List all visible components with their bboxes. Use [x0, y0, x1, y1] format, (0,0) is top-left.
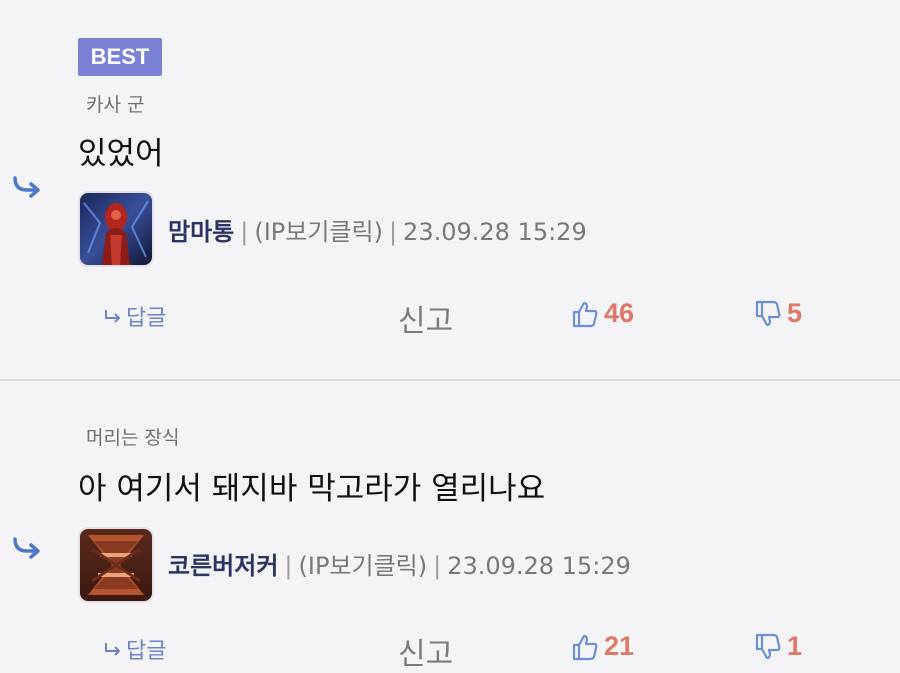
comment-item: BEST 카사 군 있었어 맘마통 | (IP보기클릭) | 23.09.28 15:2	[0, 0, 900, 380]
dislike-button[interactable]: 5	[753, 298, 802, 329]
reply-button[interactable]: 답글	[104, 633, 166, 665]
meta-separator: |	[388, 218, 398, 246]
comment-meta: 맘마통 | (IP보기클릭) | 23.09.28 15:29	[168, 212, 587, 247]
timestamp: 23.09.28 15:29	[447, 552, 631, 580]
like-button[interactable]: 46	[570, 298, 634, 329]
like-count: 46	[604, 298, 635, 328]
reply-button-label: 답글	[126, 639, 167, 664]
dislike-button[interactable]: 1	[753, 631, 802, 662]
best-badge: BEST	[78, 38, 162, 76]
reply-arrow-icon	[13, 176, 40, 198]
timestamp: 23.09.28 15:29	[403, 218, 587, 246]
report-button[interactable]: 신고	[398, 629, 453, 673]
meta-separator: |	[433, 552, 442, 580]
thumbs-up-icon	[572, 634, 598, 660]
thumbs-up-icon	[572, 301, 598, 327]
thumbs-down-icon	[755, 300, 781, 326]
avatar[interactable]	[78, 191, 154, 267]
meta-separator: |	[284, 552, 293, 580]
comment-text: 있었어	[78, 136, 164, 172]
reply-button[interactable]: 답글	[104, 300, 166, 332]
dislike-count: 1	[787, 631, 803, 661]
ip-view-link[interactable]: (IP보기클릭)	[254, 218, 383, 246]
parent-comment-author: 머리는 장식	[86, 427, 180, 449]
comment-text: 아 여기서 돼지바 막고라가 열리나요	[78, 471, 546, 507]
comment-actions: 답글 신고 21 1	[0, 629, 900, 672]
like-button[interactable]: 21	[570, 631, 634, 662]
comment-meta: 코른버저커 | (IP보기클릭) | 23.09.28 15:29	[168, 546, 631, 581]
reply-arrow-small-icon	[105, 643, 120, 656]
thumbs-down-icon	[755, 633, 781, 659]
author-nickname[interactable]: 맘마통	[168, 218, 234, 246]
reply-button-label: 답글	[126, 306, 167, 331]
meta-separator: |	[240, 218, 249, 246]
comment-item: 머리는 장식 아 여기서 돼지바 막고라가 열리나요 코른버저커 | (IP보기클릭…	[0, 381, 900, 672]
author-nickname[interactable]: 코른버저커	[168, 552, 278, 580]
reply-arrow-icon	[13, 537, 40, 559]
avatar[interactable]	[78, 527, 154, 603]
comment-actions: 답글 신고 46 5	[0, 296, 900, 339]
dislike-count: 5	[787, 298, 803, 328]
parent-comment-author: 카사 군	[86, 94, 145, 116]
ip-view-link[interactable]: (IP보기클릭)	[299, 552, 428, 580]
reply-arrow-small-icon	[105, 310, 120, 323]
report-button[interactable]: 신고	[398, 296, 453, 340]
like-count: 21	[604, 631, 635, 661]
